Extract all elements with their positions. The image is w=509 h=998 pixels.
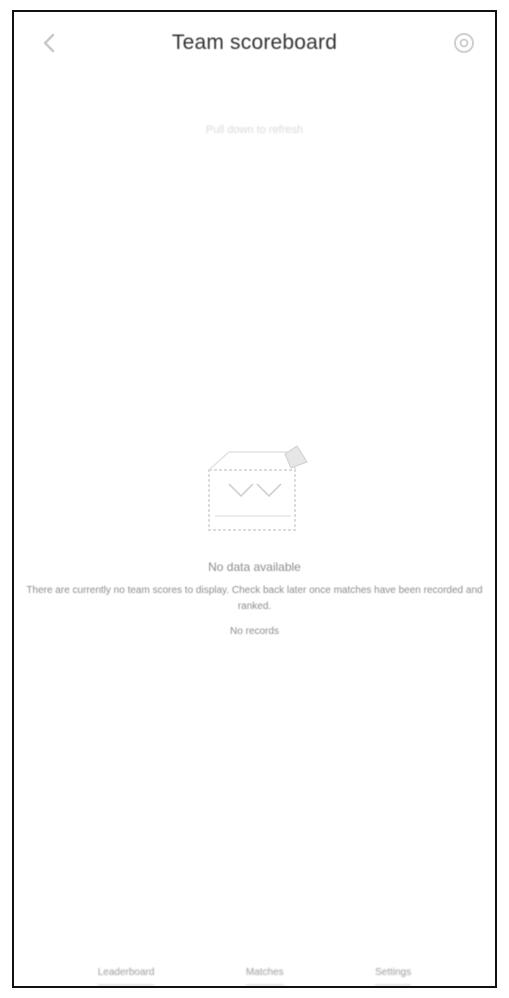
bottom-nav: Leaderboard Matches Settings xyxy=(14,952,495,986)
nav-item-leaderboard[interactable]: Leaderboard xyxy=(97,967,155,986)
app-frame: Team scoreboard Pull down to refresh No … xyxy=(12,10,497,988)
settings-icon xyxy=(454,33,474,53)
empty-footnote: No records xyxy=(230,626,279,637)
page-title: Team scoreboard xyxy=(171,31,338,54)
nav-item-matches[interactable]: Matches xyxy=(245,967,284,986)
refresh-hint: Pull down to refresh xyxy=(205,124,304,136)
settings-button[interactable] xyxy=(447,26,481,60)
empty-description: There are currently no team scores to di… xyxy=(26,585,483,612)
empty-box-icon xyxy=(207,445,308,531)
back-arrow-icon xyxy=(43,33,55,53)
nav-item-settings[interactable]: Settings xyxy=(375,967,412,986)
back-button[interactable] xyxy=(32,26,66,60)
empty-state: No data available There are currently no… xyxy=(14,444,495,640)
empty-title: No data available xyxy=(208,560,301,574)
top-bar: Team scoreboard xyxy=(14,12,495,74)
